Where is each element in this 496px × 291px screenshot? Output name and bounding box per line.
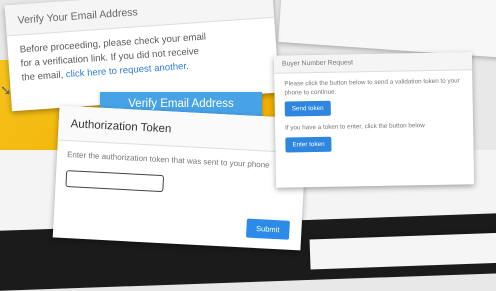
authorization-instruction: Enter the authorization token that was s… [66, 150, 270, 170]
buyer-card-body: Please click the button below to send a … [274, 70, 474, 167]
buyer-instruction-send: Please click the button below to send a … [284, 77, 460, 97]
authorization-card-body: Enter the authorization token that was s… [55, 141, 305, 208]
background-card-bottom-right [309, 232, 496, 270]
send-token-button[interactable]: Send token [284, 100, 331, 117]
verify-email-text-prefix: the email, [21, 69, 67, 84]
buyer-instruction-enter: If you have a token to enter, click the … [285, 122, 425, 132]
buyer-number-request-card: Buyer Number Request Please click the bu… [273, 52, 475, 188]
enter-token-button[interactable]: Enter token [285, 136, 332, 153]
cursor-arrow-icon: ➘ [0, 82, 12, 98]
authorization-token-card: Authorization Token Enter the authorizat… [52, 105, 308, 251]
submit-button[interactable]: Submit [245, 218, 290, 240]
verify-email-text-suffix: . [185, 60, 190, 72]
authorization-token-input[interactable] [65, 170, 165, 193]
background-card-top-right [278, 0, 496, 58]
